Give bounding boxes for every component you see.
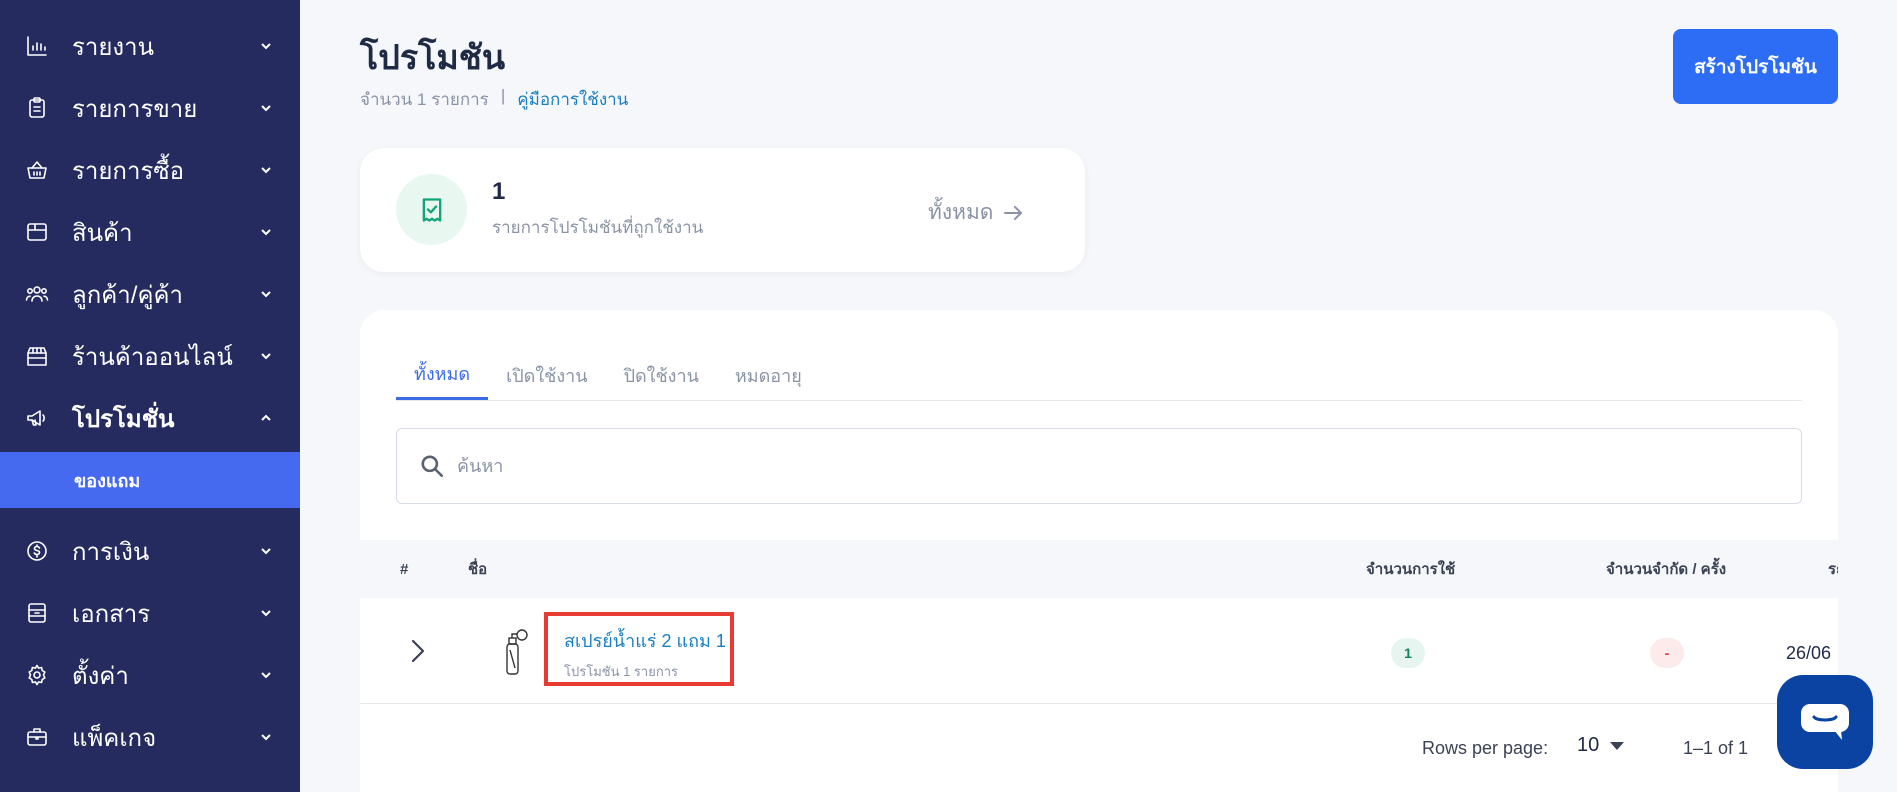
sidebar-item-products[interactable]: สินค้า	[0, 207, 300, 257]
page-subtitle: จำนวน 1 รายการ | คู่มือการใช้งาน	[360, 86, 628, 113]
chat-bubble-icon	[1801, 704, 1849, 740]
gear-icon	[24, 662, 50, 688]
item-count: จำนวน 1 รายการ	[360, 90, 489, 109]
promotions-table-card: ทั้งหมด เปิดใช้งาน ปิดใช้งาน หมดอายุ # ช…	[360, 310, 1838, 792]
table-header: # ชื่อ จำนวนการใช้ จำนวนจำกัด / ครั้ง ระ	[360, 540, 1838, 598]
sidebar-item-label: การเงิน	[72, 538, 150, 566]
tab-expired[interactable]: หมดอายุ	[717, 350, 820, 400]
table-row[interactable]: สเปรย์น้ำแร่ 2 แถม 1 โปรโมชัน 1 รายการ 1…	[360, 598, 1838, 704]
store-icon	[24, 343, 50, 369]
sidebar-item-label: ตั้งค่า	[72, 662, 129, 690]
box-icon	[24, 219, 50, 245]
chevron-down-icon	[256, 222, 276, 242]
chevron-down-icon	[256, 603, 276, 623]
page-range: 1–1 of 1	[1683, 738, 1749, 758]
dollar-circle-icon	[24, 538, 50, 564]
tabs-divider	[396, 400, 1802, 401]
guide-link[interactable]: คู่มือการใช้งาน	[517, 86, 628, 113]
receipt-check-icon	[396, 174, 467, 245]
sidebar-item-label: ร้านค้าออนไลน์	[72, 343, 233, 371]
promotion-name-cell: สเปรย์น้ำแร่ 2 แถม 1 โปรโมชัน 1 รายการ	[544, 612, 734, 686]
status-tabs: ทั้งหมด เปิดใช้งาน ปิดใช้งาน หมดอายุ	[396, 350, 820, 400]
sidebar: รายงาน รายการขาย รายการซื้อ สินค้า ลูกค้…	[0, 0, 300, 792]
usage-count-badge: 1	[1391, 638, 1425, 668]
tab-all[interactable]: ทั้งหมด	[396, 350, 489, 400]
column-header-index: #	[400, 560, 409, 578]
chevron-down-icon	[256, 665, 276, 685]
summary-card: 1 รายการโปรโมชันที่ถูกใช้งาน ทั้งหมด	[360, 148, 1085, 272]
document-icon	[24, 600, 50, 626]
bar-chart-icon	[24, 33, 50, 59]
summary-description: รายการโปรโมชันที่ถูกใช้งาน	[492, 218, 704, 237]
chat-widget-button[interactable]	[1777, 675, 1873, 769]
tab-active[interactable]: เปิดใช้งาน	[488, 350, 605, 400]
separator: |	[500, 86, 506, 105]
sidebar-item-settings[interactable]: ตั้งค่า	[0, 650, 300, 700]
sidebar-item-reports[interactable]: รายงาน	[0, 21, 300, 71]
users-icon	[24, 281, 50, 307]
search-box	[396, 428, 1802, 504]
pagination: Rows per page: 10 1–1 of 1	[360, 704, 1838, 792]
view-all-label: ทั้งหมด	[928, 201, 994, 224]
sidebar-item-purchases[interactable]: รายการซื้อ	[0, 145, 300, 195]
sidebar-item-label: รายการซื้อ	[72, 157, 185, 185]
caret-down-icon	[1610, 741, 1625, 750]
main-content: โปรโมชัน จำนวน 1 รายการ | คู่มือการใช้งา…	[300, 0, 1897, 792]
summary-count: 1	[492, 178, 506, 205]
sidebar-item-finance[interactable]: การเงิน	[0, 526, 300, 576]
clipboard-icon	[24, 95, 50, 121]
chevron-down-icon	[256, 284, 276, 304]
chevron-down-icon	[256, 160, 276, 180]
sidebar-item-documents[interactable]: เอกสาร	[0, 588, 300, 638]
sidebar-item-label: แพ็คเกจ	[72, 724, 157, 752]
sidebar-item-label: ลูกค้า/คู่ค้า	[72, 281, 184, 309]
chevron-down-icon	[256, 36, 276, 56]
chevron-down-icon	[256, 98, 276, 118]
sidebar-item-label: รายการขาย	[72, 95, 198, 123]
sidebar-item-customers[interactable]: ลูกค้า/คู่ค้า	[0, 269, 300, 319]
chevron-right-icon[interactable]	[406, 636, 430, 666]
sidebar-item-label: สินค้า	[72, 219, 133, 247]
rows-per-page-label: Rows per page:	[1422, 738, 1549, 758]
search-input[interactable]	[457, 455, 1757, 477]
rows-per-page-value: 10	[1577, 734, 1600, 756]
chevron-up-icon	[256, 408, 276, 428]
create-promotion-button[interactable]: สร้างโปรโมชัน	[1673, 29, 1838, 104]
column-header-limit: จำนวนจำกัด / ครั้ง	[1606, 561, 1727, 578]
sidebar-item-label: เอกสาร	[72, 600, 151, 628]
chevron-down-icon	[256, 346, 276, 366]
column-header-usage: จำนวนการใช้	[1366, 561, 1456, 578]
briefcase-icon	[24, 724, 50, 750]
arrow-right-icon	[1004, 205, 1023, 220]
column-header-name: ชื่อ	[468, 561, 488, 578]
view-all-link[interactable]: ทั้งหมด	[928, 196, 1025, 229]
rows-per-page-select[interactable]: 10	[1577, 734, 1625, 757]
chevron-down-icon	[256, 727, 276, 747]
column-header-period: ระ	[1828, 561, 1838, 578]
megaphone-icon	[24, 405, 50, 431]
search-icon	[421, 455, 444, 478]
sidebar-item-label: โปรโมชั่น	[72, 405, 175, 433]
limit-badge: -	[1650, 638, 1684, 668]
sidebar-item-online-store[interactable]: ร้านค้าออนไลน์	[0, 331, 300, 381]
sidebar-subitem-freebies[interactable]: ของแถม	[0, 452, 300, 508]
tab-inactive[interactable]: ปิดใช้งาน	[606, 350, 717, 400]
sidebar-item-label: รายงาน	[72, 33, 155, 61]
promotion-name-link[interactable]: สเปรย์น้ำแร่ 2 แถม 1	[564, 626, 730, 655]
spray-bottle-icon	[500, 628, 530, 676]
period-date: 26/06	[1786, 642, 1832, 663]
basket-icon	[24, 157, 50, 183]
chevron-down-icon	[256, 541, 276, 561]
sidebar-item-promotions[interactable]: โปรโมชั่น	[0, 393, 300, 443]
page-title: โปรโมชัน	[360, 39, 506, 77]
sidebar-item-sales[interactable]: รายการขาย	[0, 83, 300, 133]
sidebar-item-packages[interactable]: แพ็คเกจ	[0, 712, 300, 762]
promotion-subtitle: โปรโมชัน 1 รายการ	[564, 664, 678, 679]
